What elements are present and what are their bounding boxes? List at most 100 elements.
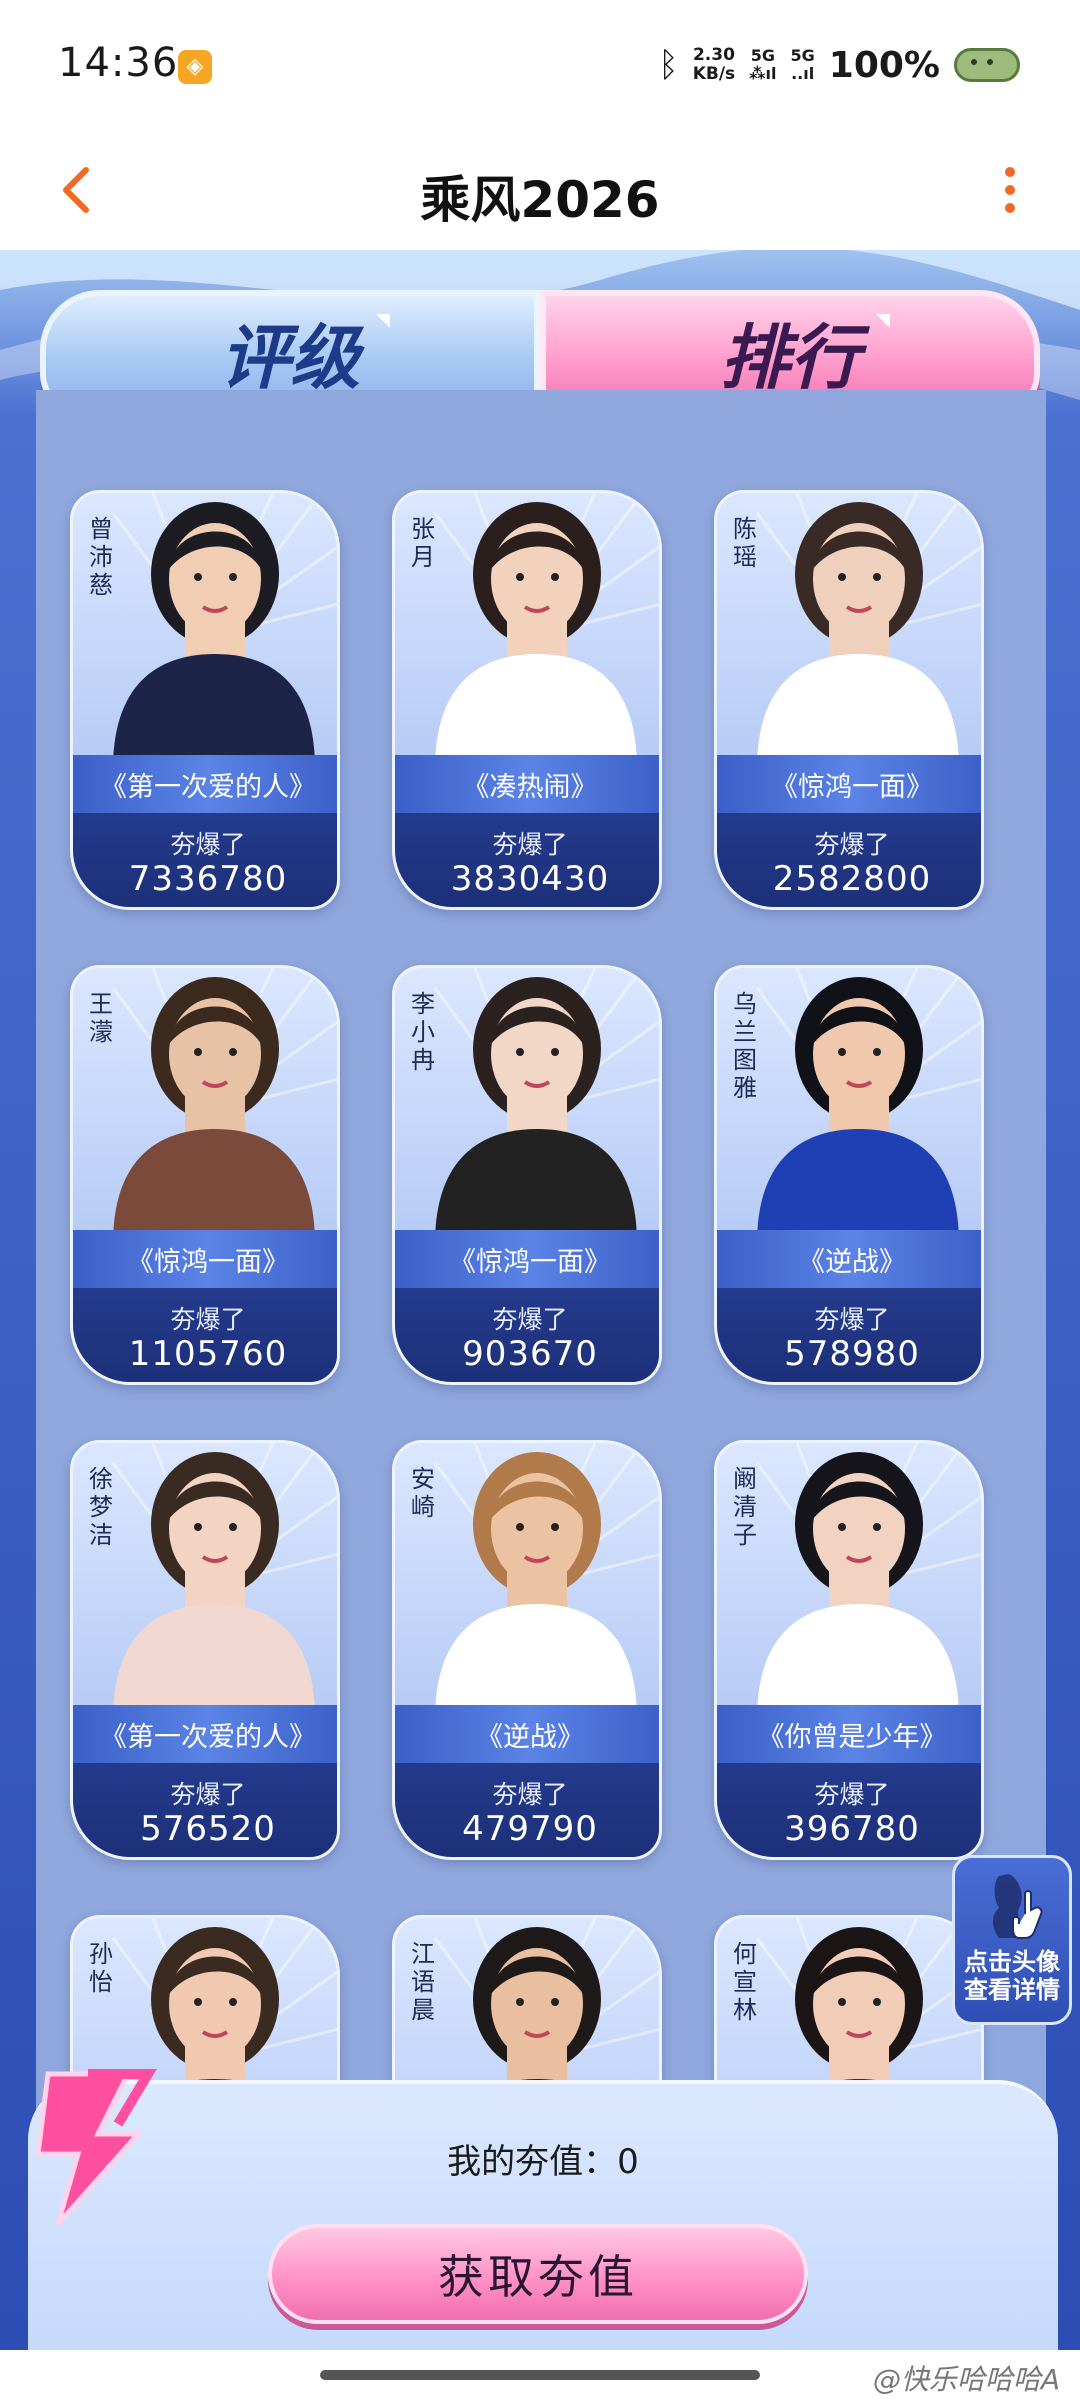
card-frame: 徐梦洁 《第一次爱的人》 夯爆了 576520 [70, 1440, 340, 1860]
card-frame: 曾沛慈 《第一次爱的人》 夯爆了 7336780 [70, 490, 340, 910]
artist-avatar[interactable] [93, 1440, 333, 1719]
vote-stat: 夯爆了 2582800 [717, 813, 981, 907]
artist-card[interactable]: 张月 《凑热闹》 夯爆了 3830430 [392, 490, 662, 910]
card-frame: 乌兰图雅 《逆战》 夯爆了 578980 [714, 965, 984, 1385]
artist-card[interactable]: 安崎 《逆战》 夯爆了 479790 [392, 1440, 662, 1860]
artist-avatar[interactable] [415, 490, 655, 769]
signal-label-1: 5G [750, 46, 775, 65]
stat-label: 夯爆了 [492, 1780, 568, 1809]
song-title: 《第一次爱的人》 [73, 755, 337, 813]
stat-value: 2582800 [772, 859, 932, 899]
song-title: 《惊鸿一面》 [717, 755, 981, 813]
artist-card[interactable]: 徐梦洁 《第一次爱的人》 夯爆了 576520 [70, 1440, 340, 1860]
artist-avatar[interactable] [737, 1440, 977, 1719]
song-title: 《你曾是少年》 [717, 1705, 981, 1763]
song-title: 《逆战》 [395, 1705, 659, 1763]
artist-name: 江语晨 [411, 1940, 435, 2024]
battery-percent: 100% [828, 44, 940, 86]
stat-value: 576520 [140, 1809, 276, 1849]
stat-label: 夯爆了 [814, 1305, 890, 1334]
song-title: 《惊鸿一面》 [395, 1230, 659, 1288]
artist-name: 何宣林 [733, 1940, 757, 2024]
card-frame: 李小冉 《惊鸿一面》 夯爆了 903670 [392, 965, 662, 1385]
tab-tick-icon [376, 314, 390, 328]
ranking-content: 评级 排行 曾沛慈 《第一次爱的人》 夯爆了 7336780 张月 《凑热闹》 … [0, 250, 1080, 2350]
artist-card[interactable]: 王濛 《惊鸿一面》 夯爆了 1105760 [70, 965, 340, 1385]
stat-label: 夯爆了 [814, 1780, 890, 1809]
artist-name: 阚清子 [733, 1465, 757, 1549]
get-value-button[interactable]: 获取夯值 [268, 2224, 808, 2324]
artist-card[interactable]: 阚清子 《你曾是少年》 夯爆了 396780 [714, 1440, 984, 1860]
artist-name: 徐梦洁 [89, 1465, 113, 1549]
stat-label: 夯爆了 [492, 1305, 568, 1334]
page-title: 乘风2026 [420, 171, 660, 229]
net-speed-value: 2.30 [692, 45, 735, 65]
artist-card[interactable]: 曾沛慈 《第一次爱的人》 夯爆了 7336780 [70, 490, 340, 910]
vote-stat: 夯爆了 578980 [717, 1288, 981, 1382]
card-frame: 阚清子 《你曾是少年》 夯爆了 396780 [714, 1440, 984, 1860]
hand-pointer-icon [993, 1874, 1043, 1939]
song-title: 《惊鸿一面》 [73, 1230, 337, 1288]
artist-name: 王濛 [89, 990, 113, 1046]
vote-stat: 夯爆了 576520 [73, 1763, 337, 1857]
tap-avatar-tip[interactable]: 点击头像查看详情 [952, 1855, 1072, 2025]
net-speed-unit: KB/s [692, 64, 736, 84]
vote-stat: 夯爆了 903670 [395, 1288, 659, 1382]
tab-rating-label: 评级 [220, 315, 360, 399]
signal-label-2: 5G [790, 46, 815, 65]
artist-avatar[interactable] [737, 490, 977, 769]
nav-bar: 乘风2026 [0, 130, 1080, 250]
artist-card[interactable]: 陈瑶 《惊鸿一面》 夯爆了 2582800 [714, 490, 984, 910]
artist-card[interactable]: 李小冉 《惊鸿一面》 夯爆了 903670 [392, 965, 662, 1385]
more-vertical-icon[interactable] [1000, 160, 1020, 220]
stat-label: 夯爆了 [170, 830, 246, 859]
home-indicator[interactable] [320, 2370, 760, 2380]
stat-label: 夯爆了 [170, 1305, 246, 1334]
song-title: 《第一次爱的人》 [73, 1705, 337, 1763]
vote-stat: 夯爆了 7336780 [73, 813, 337, 907]
artist-name: 曾沛慈 [89, 515, 113, 599]
artist-avatar[interactable] [737, 965, 977, 1244]
artist-avatar[interactable] [415, 1440, 655, 1719]
artist-avatar[interactable] [93, 490, 333, 769]
stat-value: 903670 [462, 1334, 598, 1374]
artist-avatar[interactable] [415, 965, 655, 1244]
card-frame: 张月 《凑热闹》 夯爆了 3830430 [392, 490, 662, 910]
stat-label: 夯爆了 [492, 830, 568, 859]
artist-name: 李小冉 [411, 990, 435, 1074]
vote-stat: 夯爆了 479790 [395, 1763, 659, 1857]
watermark-text: @快乐哈哈哈A [872, 2363, 1060, 2396]
signal-icon-2: 5G ..ıl [790, 46, 815, 83]
status-time: 14:36 [58, 40, 179, 86]
vote-stat: 夯爆了 396780 [717, 1763, 981, 1857]
song-title: 《凑热闹》 [395, 755, 659, 813]
stat-value: 479790 [462, 1809, 598, 1849]
bottom-sheet: 我的夯值：0 获取夯值 [28, 2069, 1058, 2350]
battery-icon [954, 48, 1020, 82]
artist-name: 安崎 [411, 1465, 435, 1521]
stat-value: 396780 [784, 1809, 920, 1849]
status-icons: ᛒ 2.30 KB/s 5G ⁂ıl 5G ..ıl 100% [658, 40, 1020, 90]
stat-value: 7336780 [128, 859, 288, 899]
vote-stat: 夯爆了 1105760 [73, 1288, 337, 1382]
net-speed: 2.30 KB/s [693, 46, 735, 84]
my-value-text: 我的夯值：0 [447, 2142, 639, 2182]
stat-value: 3830430 [450, 859, 610, 899]
song-title: 《逆战》 [717, 1230, 981, 1288]
stat-label: 夯爆了 [170, 1780, 246, 1809]
artist-avatar[interactable] [93, 965, 333, 1244]
card-frame: 王濛 《惊鸿一面》 夯爆了 1105760 [70, 965, 340, 1385]
app-notification-icon: ◈ [178, 50, 212, 84]
stat-label: 夯爆了 [814, 830, 890, 859]
artist-name: 陈瑶 [733, 515, 757, 571]
artist-card[interactable]: 乌兰图雅 《逆战》 夯爆了 578980 [714, 965, 984, 1385]
stat-value: 1105760 [128, 1334, 288, 1374]
artist-name: 张月 [411, 515, 435, 571]
tab-tick-icon [876, 314, 890, 328]
card-frame: 安崎 《逆战》 夯爆了 479790 [392, 1440, 662, 1860]
card-frame: 陈瑶 《惊鸿一面》 夯爆了 2582800 [714, 490, 984, 910]
artist-name: 孙怡 [89, 1940, 113, 1996]
vote-stat: 夯爆了 3830430 [395, 813, 659, 907]
signal-icon: 5G ⁂ıl [749, 46, 777, 83]
status-bar: 14:36 ◈ ᛒ 2.30 KB/s 5G ⁂ıl 5G ..ıl 100% [0, 0, 1080, 130]
